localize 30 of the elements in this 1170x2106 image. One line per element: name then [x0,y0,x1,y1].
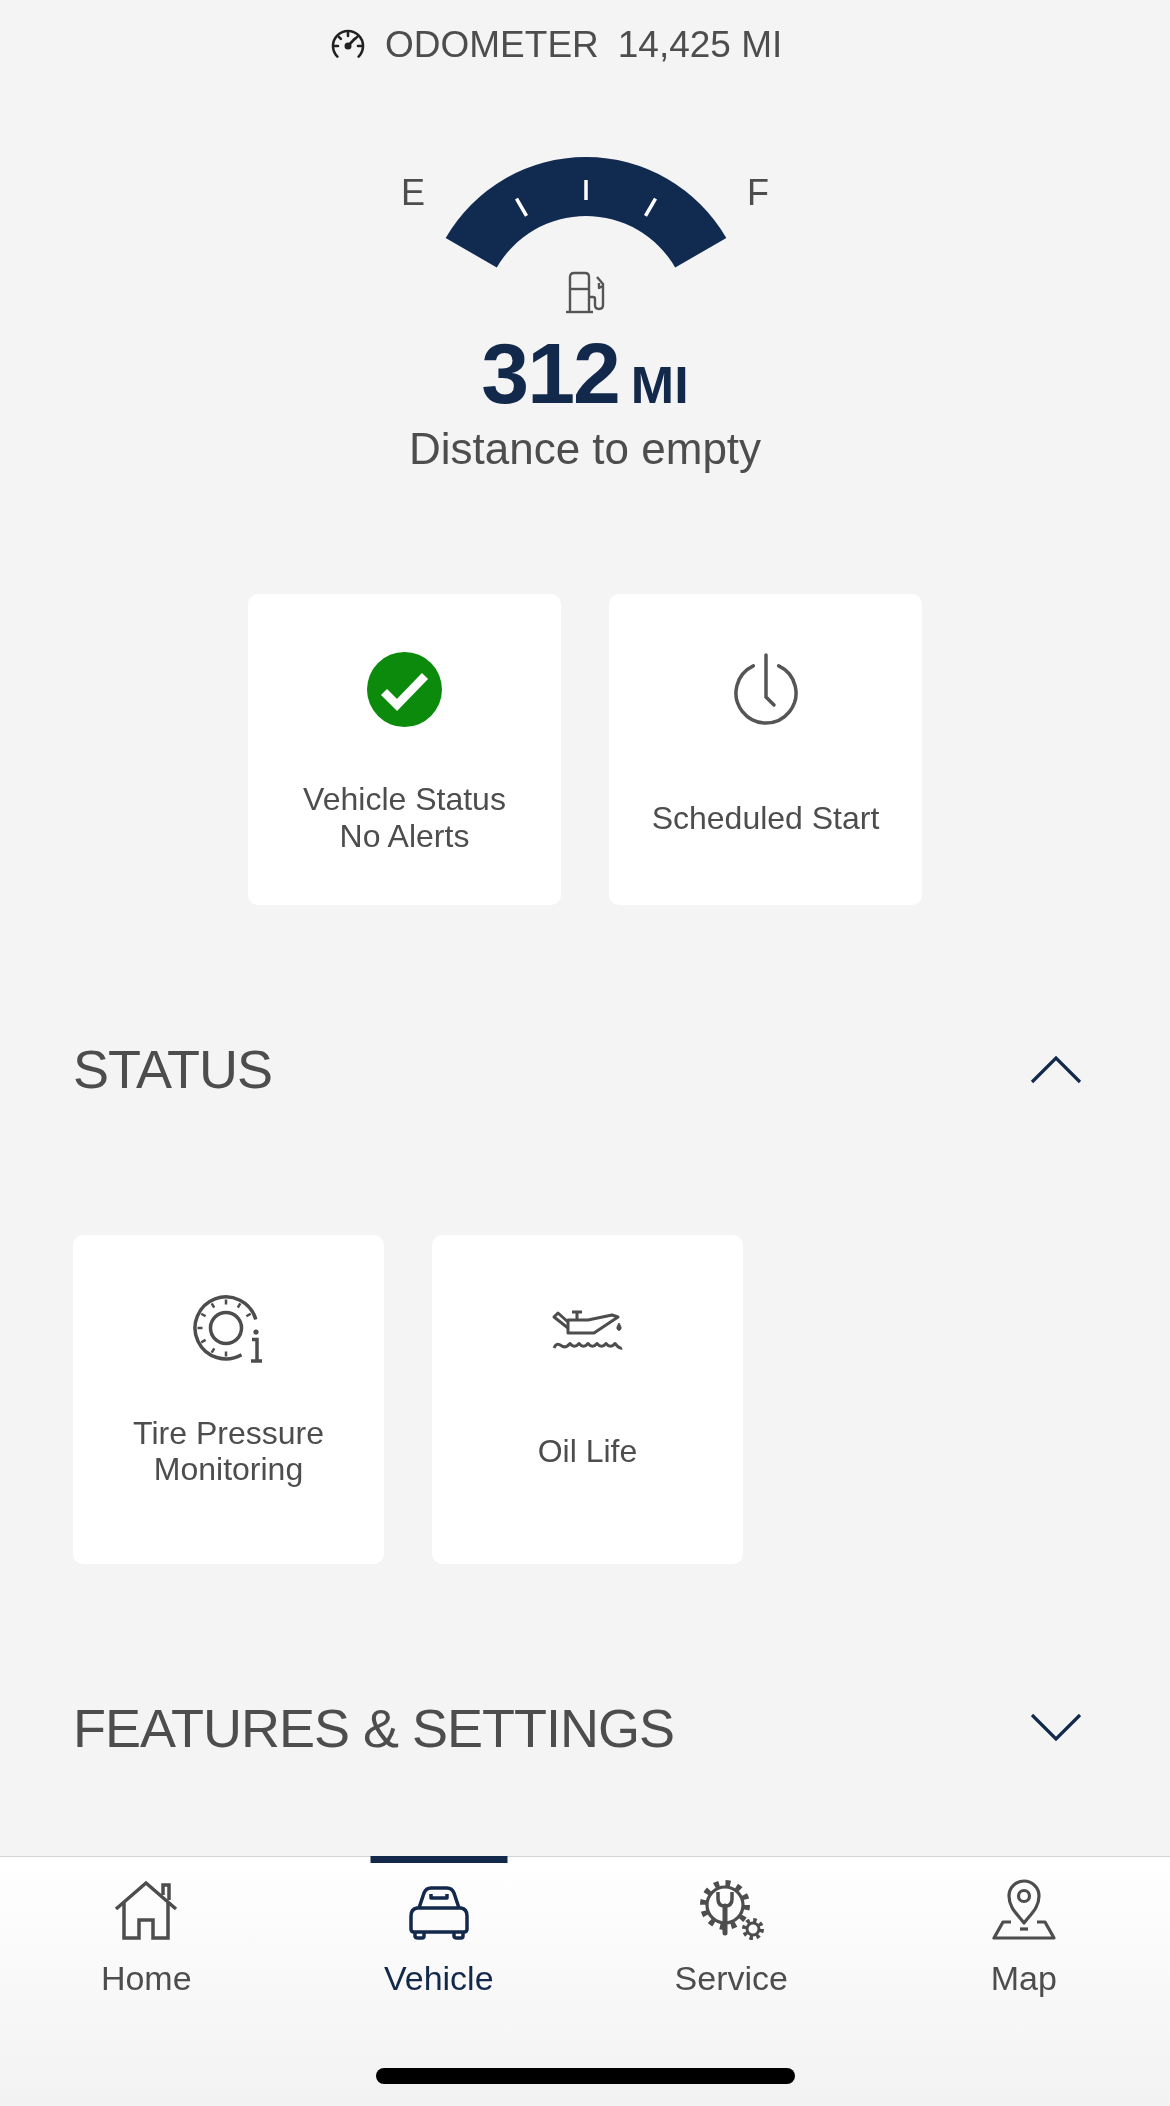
gauge-tick [644,197,657,217]
empty-label: E [401,175,425,211]
odometer-icon [330,28,366,60]
range-unit: MI [630,359,689,411]
status-card[interactable]: Tire Pressure Monitoring [73,1235,384,1564]
gear-wrench-icon [697,1879,766,1941]
odometer-value: 14,425 MI [617,25,783,63]
range-caption: Distance to empty [408,427,762,471]
section-title: STATUS [73,1042,272,1096]
map-pin-icon [989,1879,1058,1941]
odometer-label: ODOMETER [385,25,599,63]
chevron-down-icon[interactable] [1030,1713,1082,1743]
oil-can-icon [551,1308,624,1352]
chevron-up-icon[interactable] [1030,1054,1082,1084]
nav-tab[interactable]: Home [0,1857,293,2005]
clock-power-icon [733,653,798,725]
gauge-tick [584,180,588,200]
check-circle-icon [367,651,442,727]
quick-action-card[interactable]: Scheduled Start [609,594,922,905]
range-value: 312 [481,330,619,416]
section-title: FEATURES & SETTINGS [73,1701,675,1755]
full-label: F [747,175,769,211]
gauge-tick [515,197,528,217]
nav-tab[interactable]: Vehicle [292,1857,585,2005]
nav-tab[interactable]: Map [877,1857,1170,2005]
fuel-pump-icon [563,270,607,314]
quick-action-card[interactable]: Vehicle Status No Alerts [248,594,561,905]
tire-pressure-icon [192,1295,265,1365]
status-card[interactable]: Oil Life [432,1235,743,1564]
nav-tab[interactable]: Service [585,1857,878,2005]
